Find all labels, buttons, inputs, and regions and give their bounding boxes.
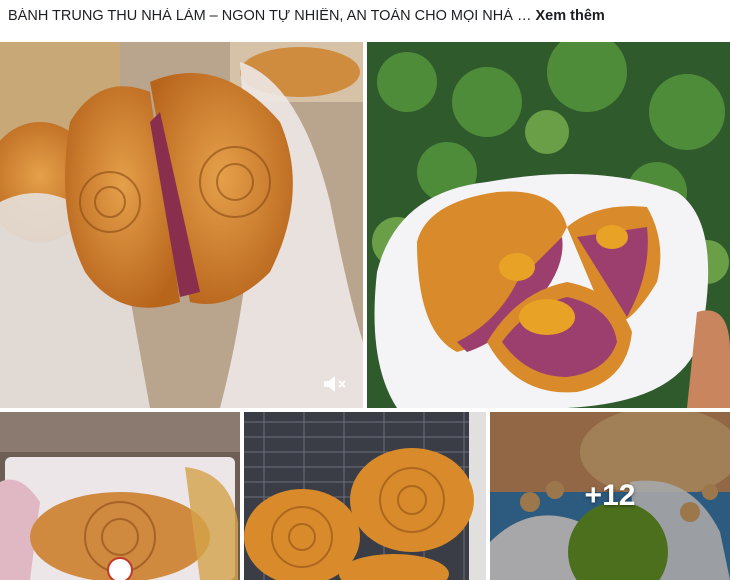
see-more-link[interactable]: Xem thêm [535,8,604,24]
mute-toggle[interactable] [321,372,349,396]
photo-tile-mooncakes-rack[interactable] [244,412,486,580]
mooncakes-rack-image [244,412,486,580]
post-caption: BÁNH TRUNG THU NHÀ LÀM – NGON TỰ NHIÊN, … [8,8,722,30]
packaged-mooncake-image [0,412,240,580]
photo-tile-ube-mooncakes-plate[interactable] [367,42,730,408]
photo-tile-video-mooncake-cut[interactable] [0,42,363,408]
more-photos-count: +12 [584,479,636,512]
photo-tile-packaged-mooncake[interactable] [0,412,240,580]
ube-mooncake-plate-image [367,42,730,408]
more-photos-overlay: +12 [490,412,730,580]
caption-text: BÁNH TRUNG THU NHÀ LÀM – NGON TỰ NHIÊN, … [8,8,532,24]
mooncake-hands-image [0,42,363,408]
photo-tile-more-photos[interactable]: +12 [490,412,730,580]
speaker-muted-icon [324,376,346,392]
